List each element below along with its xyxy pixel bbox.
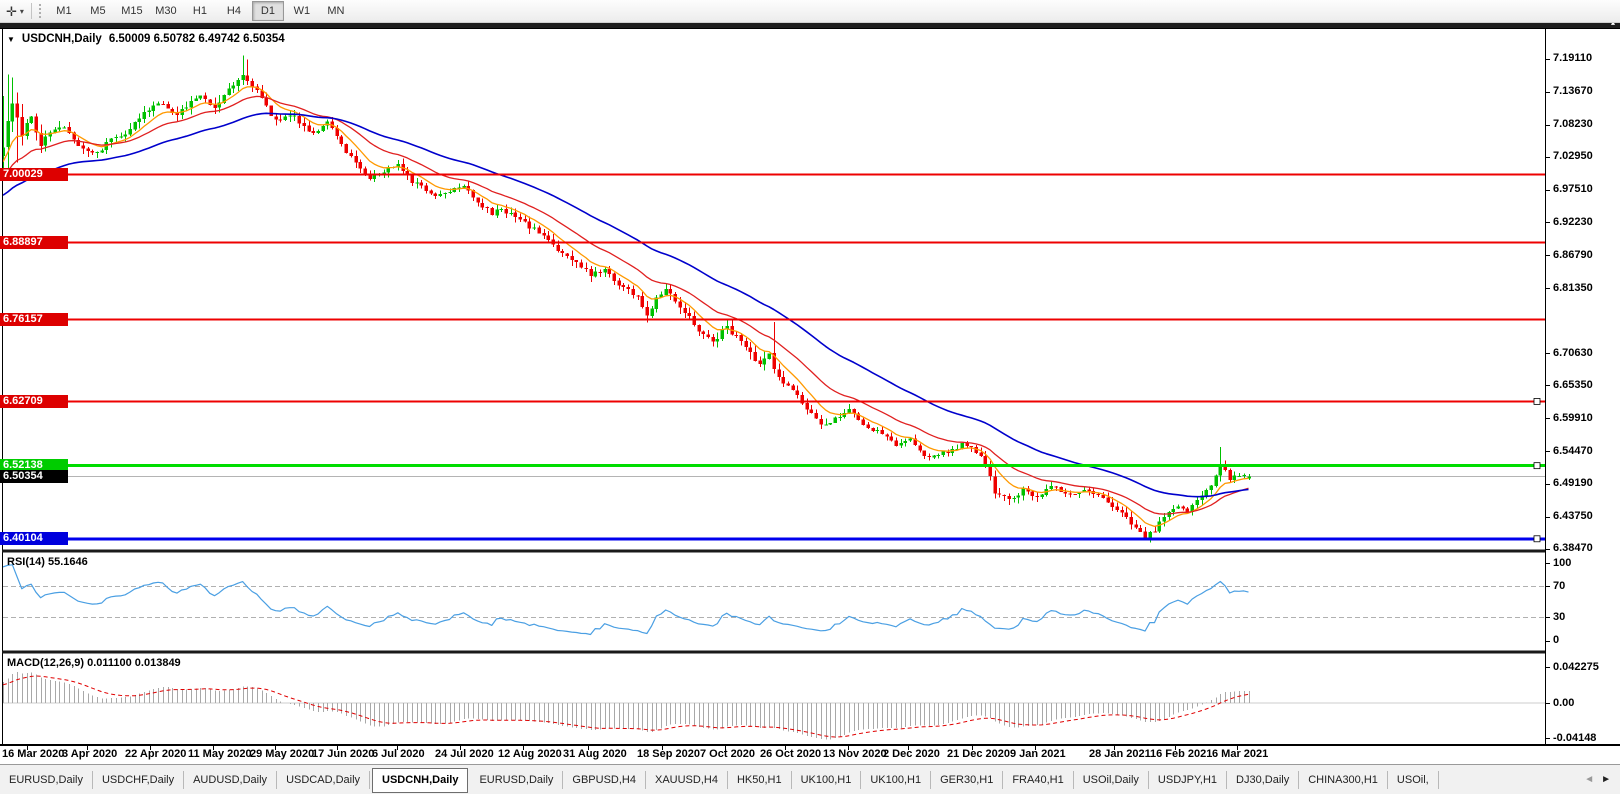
toolbar-separator [31, 3, 32, 19]
timeframe-m5-button[interactable]: M5 [82, 1, 114, 21]
tab-dj30-daily[interactable]: DJ30,Daily [1227, 771, 1299, 789]
timeframe-mn-button[interactable]: MN [320, 1, 352, 21]
tab-usdcad-daily[interactable]: USDCAD,Daily [277, 771, 370, 789]
tab-hk50-h1[interactable]: HK50,H1 [728, 771, 792, 789]
tab-scroll-right-button[interactable]: ► [1601, 775, 1611, 785]
timeframe-d1-button[interactable]: D1 [252, 1, 284, 21]
tab-usoil-daily[interactable]: USOil,Daily [1074, 771, 1149, 789]
chart-symbol-period: USDCNH,Daily [22, 33, 102, 45]
timeframe-w1-button[interactable]: W1 [286, 1, 318, 21]
tab-fra40-h1[interactable]: FRA40,H1 [1003, 771, 1073, 789]
chevron-down-icon: ▾ [20, 7, 24, 16]
chart-canvas[interactable] [0, 0, 1620, 794]
tab-ger30-h1[interactable]: GER30,H1 [931, 771, 1003, 789]
rsi-indicator-label: RSI(14) 55.1646 [7, 556, 88, 568]
mt4-window: ✛ ▾ M1M5M15M30H1H4D1W1MN ▴ ▼ USDCNH,Dail… [0, 0, 1620, 794]
tab-china300-h1[interactable]: CHINA300,H1 [1299, 771, 1388, 789]
tab-eurusd-daily[interactable]: EURUSD,Daily [470, 771, 563, 789]
tab-scroll-left-button[interactable]: ◄ [1584, 775, 1594, 785]
chart-ohlc-values: 6.50009 6.50782 6.49742 6.50354 [109, 33, 285, 45]
tab-usdcnh-daily[interactable]: USDCNH,Daily [372, 768, 468, 793]
tab-uk100-h1[interactable]: UK100,H1 [861, 771, 931, 789]
timeframe-h1-button[interactable]: H1 [184, 1, 216, 21]
tab-eurusd-daily[interactable]: EURUSD,Daily [0, 771, 93, 789]
timeframe-m1-button[interactable]: M1 [48, 1, 80, 21]
tab-scroll-controls: ◄► [1575, 765, 1620, 794]
chart-tab-bar: EURUSD,DailyUSDCHF,DailyAUDUSD,DailyUSDC… [0, 764, 1620, 794]
tab-usoil[interactable]: USOil, [1388, 771, 1439, 789]
tab-usdchf-daily[interactable]: USDCHF,Daily [93, 771, 184, 789]
timeframe-h4-button[interactable]: H4 [218, 1, 250, 21]
symbol-dropdown-icon[interactable]: ▼ [7, 35, 15, 44]
toolbar: ✛ ▾ M1M5M15M30H1H4D1W1MN [0, 0, 1620, 23]
timeframe-buttons: M1M5M15M30H1H4D1W1MN [47, 1, 353, 21]
macd-indicator-label: MACD(12,26,9) 0.011100 0.013849 [7, 657, 181, 669]
tab-uk100-h1[interactable]: UK100,H1 [792, 771, 862, 789]
cursor-tool-button[interactable]: ✛ ▾ [2, 1, 28, 21]
tab-gbpusd-h4[interactable]: GBPUSD,H4 [563, 771, 646, 789]
chart-title: ▼ USDCNH,Daily 6.50009 6.50782 6.49742 6… [7, 33, 285, 45]
tab-xauusd-h4[interactable]: XAUUSD,H4 [646, 771, 728, 789]
toolbar-grip [39, 4, 43, 18]
timeframe-m30-button[interactable]: M30 [150, 1, 182, 21]
tab-usdjpy-h1[interactable]: USDJPY,H1 [1149, 771, 1227, 789]
tab-audusd-daily[interactable]: AUDUSD,Daily [184, 771, 277, 789]
crosshair-icon: ✛ [6, 5, 17, 18]
timeframe-m15-button[interactable]: M15 [116, 1, 148, 21]
